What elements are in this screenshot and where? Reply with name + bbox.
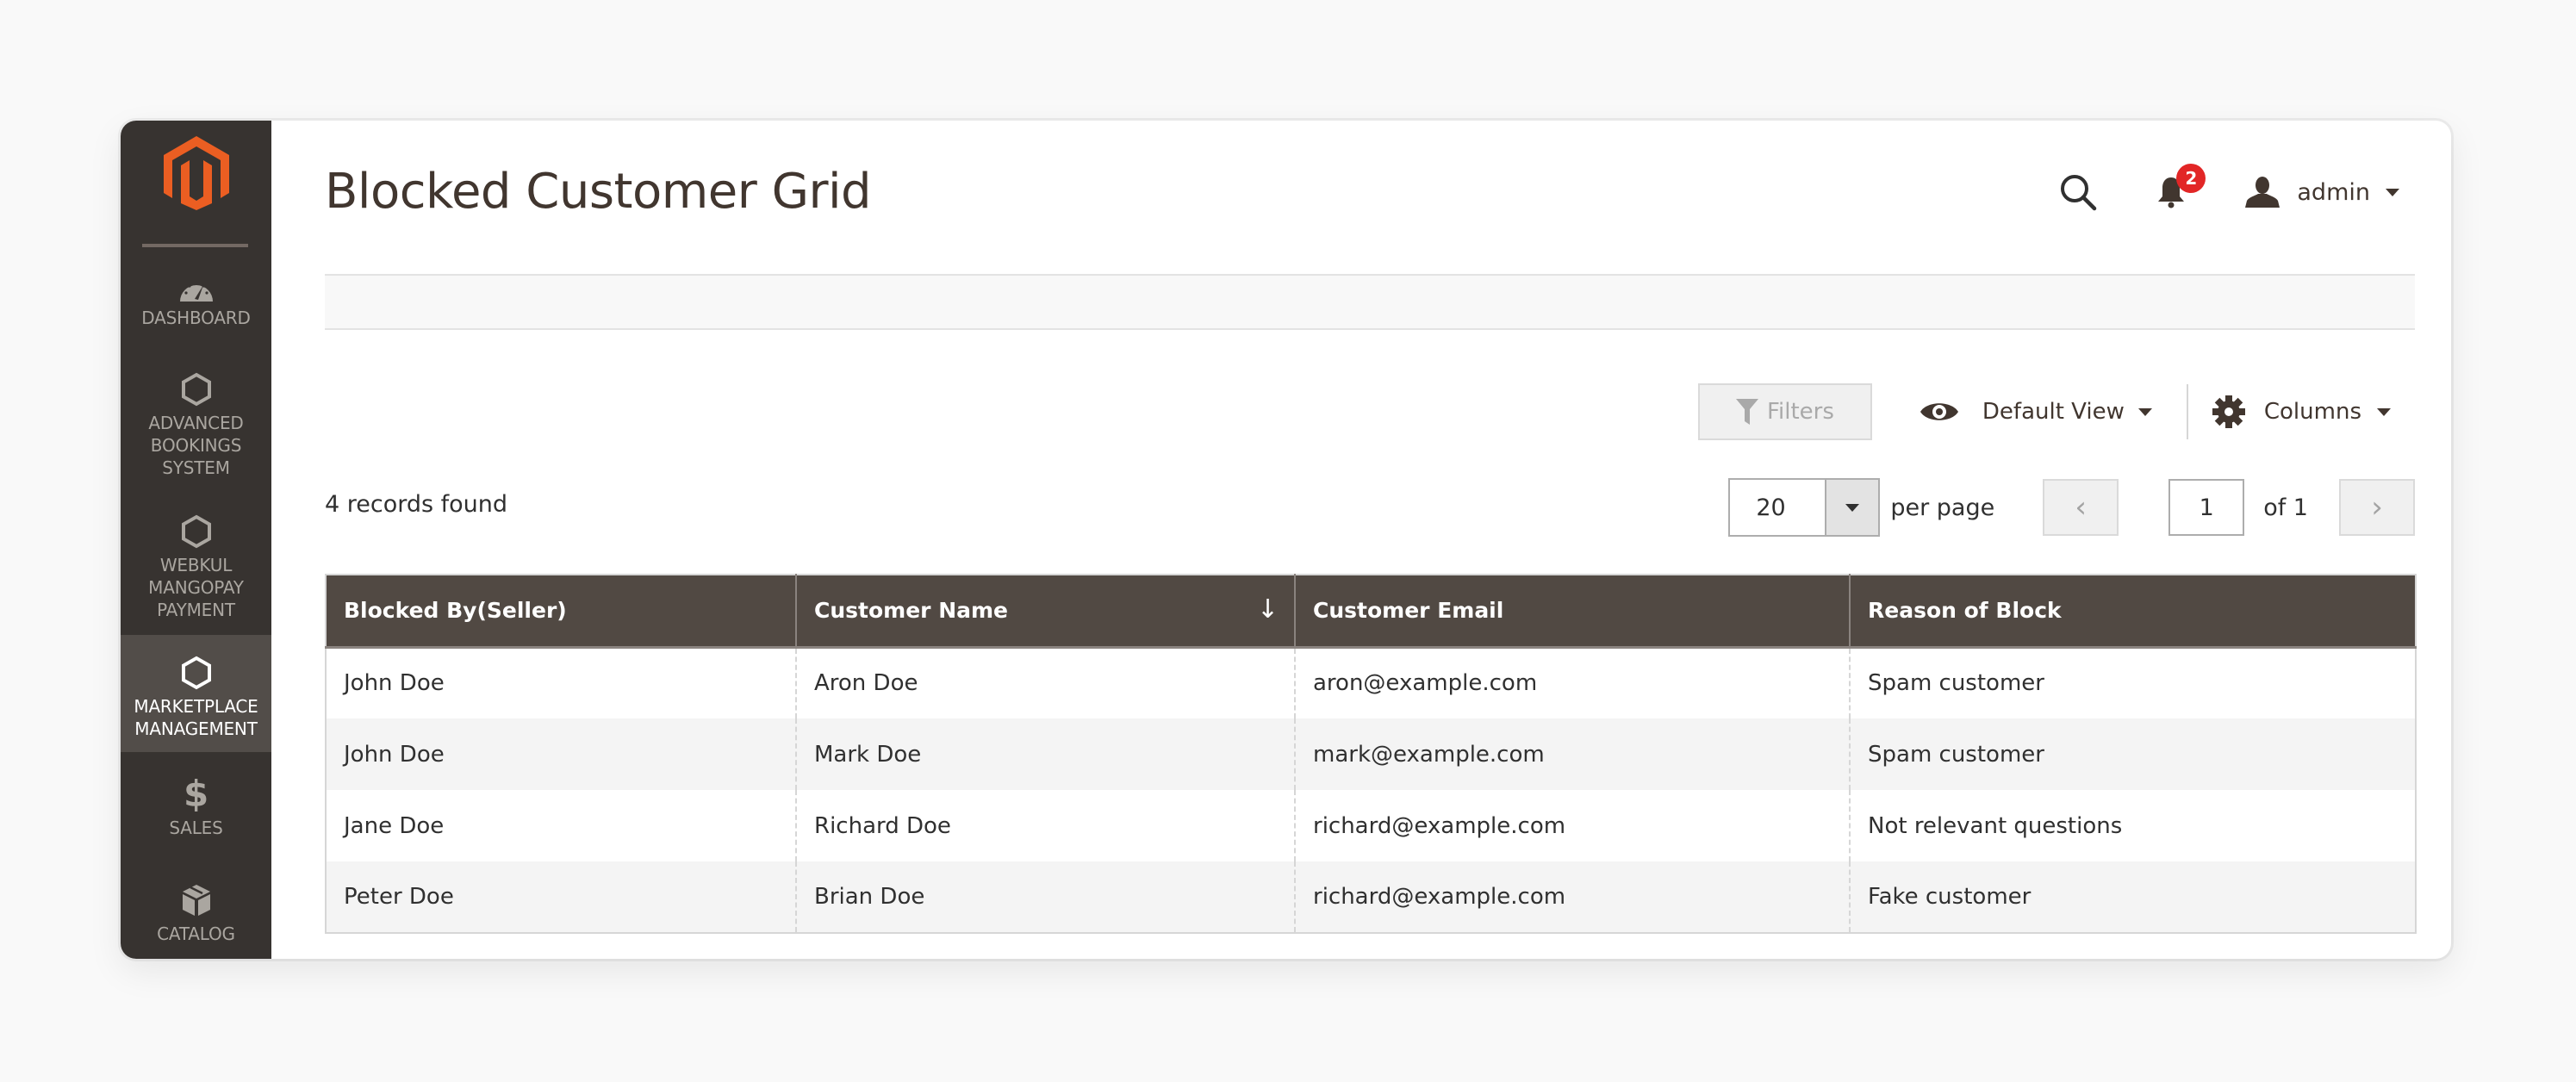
cell-blocked-by: Peter Doe (326, 861, 796, 933)
total-pages-label: of 1 (2263, 494, 2308, 521)
column-header-customer-name[interactable]: Customer Name ↓ (795, 575, 1295, 649)
cell-blocked-by: John Doe (326, 647, 796, 718)
cell-customer-name: Aron Doe (795, 647, 1295, 718)
gear-icon (2212, 395, 2245, 428)
next-page-button[interactable]: › (2339, 479, 2415, 536)
cell-customer-name: Mark Doe (795, 718, 1295, 790)
sidebar-item-catalog[interactable]: CATALOG (121, 883, 271, 945)
per-page-value: 20 (1730, 480, 1826, 535)
filter-funnel-icon (1735, 399, 1758, 425)
notifications-button[interactable]: 2 (2157, 164, 2206, 208)
table-row[interactable]: John Doe Mark Doe mark@example.com Spam … (326, 718, 2416, 790)
chevron-down-icon (2386, 188, 2399, 196)
cell-customer-name: Richard Doe (795, 790, 1295, 861)
cell-customer-email: aron@example.com (1294, 647, 1850, 718)
sidebar-item-label: MARKETPLACE MANAGEMENT (134, 696, 258, 739)
previous-page-button[interactable]: ‹ (2043, 479, 2119, 536)
admin-window: DASHBOARD ADVANCED BOOKINGS SYSTEM WEBKU… (121, 121, 2451, 959)
cell-customer-email: richard@example.com (1294, 790, 1850, 861)
sidebar-item-webkul-mangopay[interactable]: WEBKUL MANGOPAY PAYMENT (121, 514, 271, 621)
user-icon (2245, 177, 2280, 208)
catalog-box-icon (182, 885, 210, 916)
sidebar-item-label: SALES (169, 818, 223, 838)
sidebar: DASHBOARD ADVANCED BOOKINGS SYSTEM WEBKU… (121, 121, 271, 959)
per-page-label: per page (1890, 494, 1995, 521)
filters-label: Filters (1766, 399, 1834, 425)
sidebar-item-sales[interactable]: $ SALES (121, 773, 271, 839)
sidebar-item-label: WEBKUL MANGOPAY PAYMENT (148, 555, 244, 620)
table-row[interactable]: John Doe Aron Doe aron@example.com Spam … (326, 647, 2416, 718)
dashboard-gauge-icon (179, 281, 213, 302)
main-content: Blocked Customer Grid 2 admin Filters De… (271, 121, 2451, 959)
per-page-toggle[interactable] (1825, 480, 1879, 535)
table-row[interactable]: Peter Doe Brian Doe richard@example.com … (326, 861, 2416, 933)
cell-reason: Spam customer (1849, 718, 2416, 790)
hexagon-icon (181, 372, 211, 407)
column-header-blocked-by[interactable]: Blocked By(Seller) (326, 575, 796, 649)
hexagon-icon (181, 656, 211, 690)
table-header-row: Blocked By(Seller) Customer Name ↓ Custom… (326, 575, 2416, 649)
chevron-right-icon: › (2371, 490, 2383, 525)
sidebar-item-label: CATALOG (157, 923, 235, 944)
magento-logo-icon[interactable] (164, 136, 229, 210)
cell-customer-email: mark@example.com (1294, 718, 1850, 790)
column-header-customer-email[interactable]: Customer Email (1294, 575, 1850, 649)
sidebar-item-advanced-bookings[interactable]: ADVANCED BOOKINGS SYSTEM (121, 372, 271, 479)
cell-customer-name: Brian Doe (795, 861, 1295, 933)
filters-button[interactable]: Filters (1697, 383, 1872, 440)
cell-customer-email: richard@example.com (1294, 861, 1850, 933)
chevron-down-icon (1845, 503, 1860, 512)
chevron-down-icon (2137, 407, 2152, 416)
page-title: Blocked Customer Grid (325, 164, 872, 220)
records-found: 4 records found (325, 491, 508, 518)
dollar-icon: $ (183, 773, 209, 815)
toolbar-divider (2186, 384, 2188, 439)
eye-icon (1920, 403, 1958, 420)
logo-divider (142, 244, 248, 247)
per-page-select[interactable]: 20 (1728, 478, 1881, 537)
sidebar-item-marketplace-management[interactable]: MARKETPLACE MANAGEMENT (121, 635, 271, 752)
page-actions-bar (325, 274, 2415, 330)
chevron-down-icon (2377, 407, 2391, 416)
header-actions: 2 admin (2059, 164, 2399, 214)
cell-blocked-by: John Doe (326, 718, 796, 790)
sidebar-item-label: DASHBOARD (141, 308, 251, 328)
current-page-input[interactable]: 1 (2168, 479, 2245, 536)
search-icon (2061, 175, 2097, 211)
global-search-button[interactable] (2059, 173, 2097, 211)
hexagon-icon (181, 514, 211, 549)
admin-username: admin (2297, 178, 2370, 206)
sidebar-item-label: ADVANCED BOOKINGS SYSTEM (148, 413, 244, 478)
notifications-count-badge: 2 (2176, 164, 2206, 193)
default-view-dropdown[interactable]: Default View (1919, 399, 2152, 425)
sort-descending-icon: ↓ (1256, 594, 1279, 625)
default-view-label: Default View (1982, 399, 2125, 425)
columns-label: Columns (2263, 399, 2361, 425)
grid-toolbar: Filters Default View Columns (1697, 383, 2415, 440)
cell-reason: Fake customer (1849, 861, 2416, 933)
blocked-customers-table: Blocked By(Seller) Customer Name ↓ Custom… (325, 574, 2417, 934)
cell-blocked-by: Jane Doe (326, 790, 796, 861)
cell-reason: Not relevant questions (1849, 790, 2416, 861)
admin-user-menu[interactable]: admin (2245, 177, 2399, 208)
sidebar-item-dashboard[interactable]: DASHBOARD (121, 276, 271, 329)
pagination: 20 per page ‹ 1 of 1 › (1728, 478, 2415, 537)
chevron-left-icon: ‹ (2075, 490, 2087, 525)
table-row[interactable]: Jane Doe Richard Doe richard@example.com… (326, 790, 2416, 861)
cell-reason: Spam customer (1849, 647, 2416, 718)
column-header-reason[interactable]: Reason of Block (1849, 575, 2416, 649)
columns-dropdown[interactable]: Columns (2212, 395, 2391, 428)
